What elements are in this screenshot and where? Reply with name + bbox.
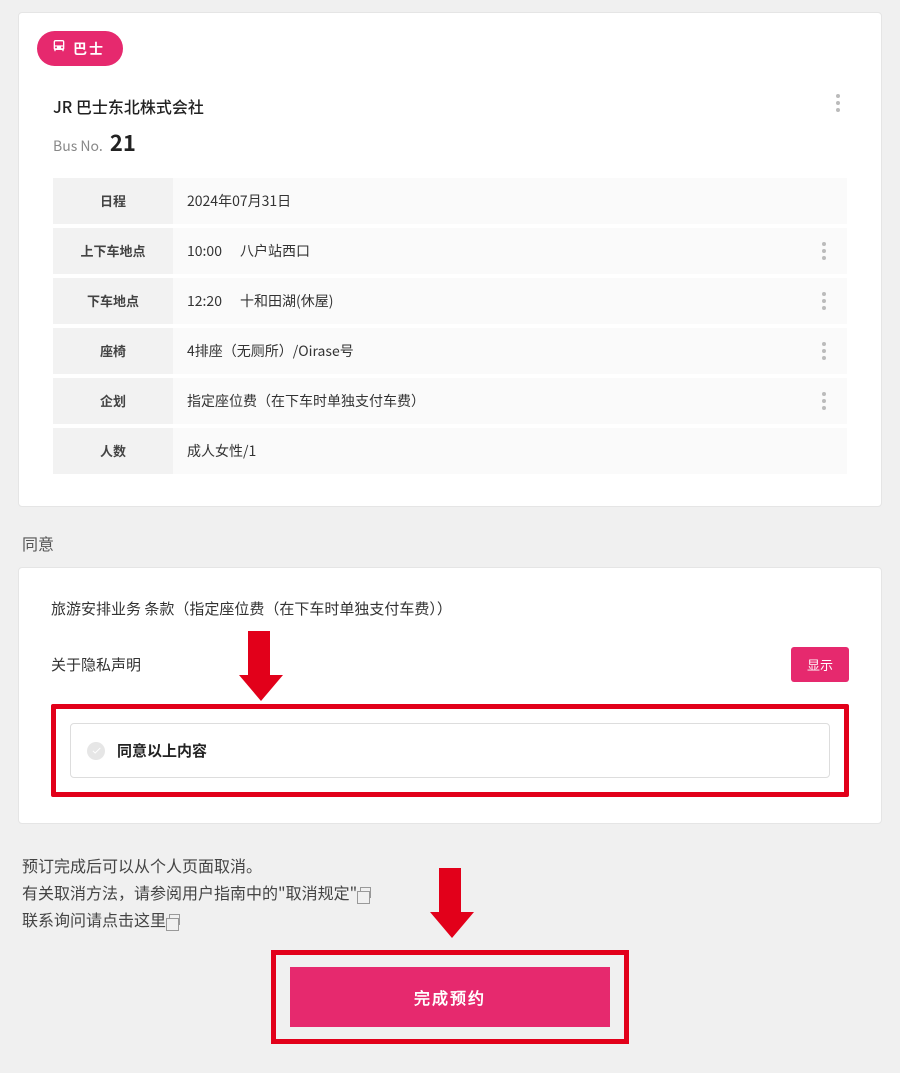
- notice-line3a: 联系询问请: [22, 907, 102, 931]
- value-pax: 成人女性/1: [187, 441, 256, 461]
- bus-no-prefix: Bus No.: [53, 136, 103, 156]
- row-seat: 座椅 4排座（无厕所）/Oirase号: [53, 328, 847, 378]
- external-link-icon: [169, 914, 180, 925]
- cancellation-notice: 预订完成后可以从个人页面取消。 有关取消方法，请参阅用户指南中的"取消规定" 联…: [22, 852, 878, 934]
- agree-checkbox-label: 同意以上内容: [117, 740, 207, 761]
- operator-name: JR 巴士东北株式会社: [53, 94, 204, 118]
- privacy-line: 关于隐私声明: [51, 654, 141, 675]
- bus-badge: 巴士: [37, 31, 123, 66]
- show-button[interactable]: 显示: [791, 647, 849, 682]
- notice-line2a: 有关取消方法，请参阅用户指南中的: [22, 880, 278, 904]
- bus-info-card: 巴士 JR 巴士东北株式会社 Bus No. 21 日程 2024年07月31日…: [18, 12, 882, 507]
- complete-highlight-box: 完成预约: [271, 950, 629, 1044]
- boarding-place: 八户站西口: [240, 241, 310, 261]
- agree-card: 旅游安排业务 条款（指定座位费（在下车时单独支付车费）） 关于隐私声明 显示 同…: [18, 567, 882, 824]
- card-menu-button[interactable]: [829, 94, 847, 112]
- detail-table: 日程 2024年07月31日 上下车地点 10:00 八户站西口 下车地点 12…: [53, 178, 847, 478]
- complete-reservation-button[interactable]: 完成预约: [290, 967, 610, 1027]
- label-seat: 座椅: [53, 328, 173, 374]
- row-pax: 人数 成人女性/1: [53, 428, 847, 478]
- contact-link[interactable]: 点击这里: [102, 907, 166, 931]
- bus-icon: [51, 38, 67, 59]
- value-schedule: 2024年07月31日: [187, 191, 291, 211]
- value-seat: 4排座（无厕所）/Oirase号: [187, 341, 354, 361]
- agree-checkbox[interactable]: 同意以上内容: [70, 723, 830, 778]
- label-boarding: 上下车地点: [53, 228, 173, 274]
- notice-line1: 预订完成后可以从个人页面取消。: [22, 852, 878, 879]
- label-alighting: 下车地点: [53, 278, 173, 324]
- boarding-menu-button[interactable]: [815, 242, 833, 260]
- row-plan: 企划 指定座位费（在下车时单独支付车费）: [53, 378, 847, 428]
- agree-section-title: 同意: [22, 531, 878, 555]
- label-plan: 企划: [53, 378, 173, 424]
- row-alighting: 下车地点 12:20 十和田湖(休屋): [53, 278, 847, 328]
- check-icon: [87, 742, 105, 760]
- alighting-menu-button[interactable]: [815, 292, 833, 310]
- agree-highlight-box: 同意以上内容: [51, 704, 849, 797]
- cancel-policy-link[interactable]: "取消规定": [278, 880, 357, 904]
- external-link-icon: [360, 887, 371, 898]
- label-schedule: 日程: [53, 178, 173, 224]
- row-schedule: 日程 2024年07月31日: [53, 178, 847, 228]
- label-pax: 人数: [53, 428, 173, 474]
- seat-menu-button[interactable]: [815, 342, 833, 360]
- boarding-time: 10:00: [187, 241, 222, 261]
- value-plan: 指定座位费（在下车时单独支付车费）: [187, 391, 425, 411]
- row-boarding: 上下车地点 10:00 八户站西口: [53, 228, 847, 278]
- alighting-place: 十和田湖(休屋): [240, 291, 333, 311]
- terms-line: 旅游安排业务 条款（指定座位费（在下车时单独支付车费））: [51, 598, 849, 619]
- bus-number: Bus No. 21: [19, 126, 881, 178]
- bus-badge-label: 巴士: [73, 39, 105, 59]
- alighting-time: 12:20: [187, 291, 222, 311]
- plan-menu-button[interactable]: [815, 392, 833, 410]
- bus-no-value: 21: [110, 126, 136, 158]
